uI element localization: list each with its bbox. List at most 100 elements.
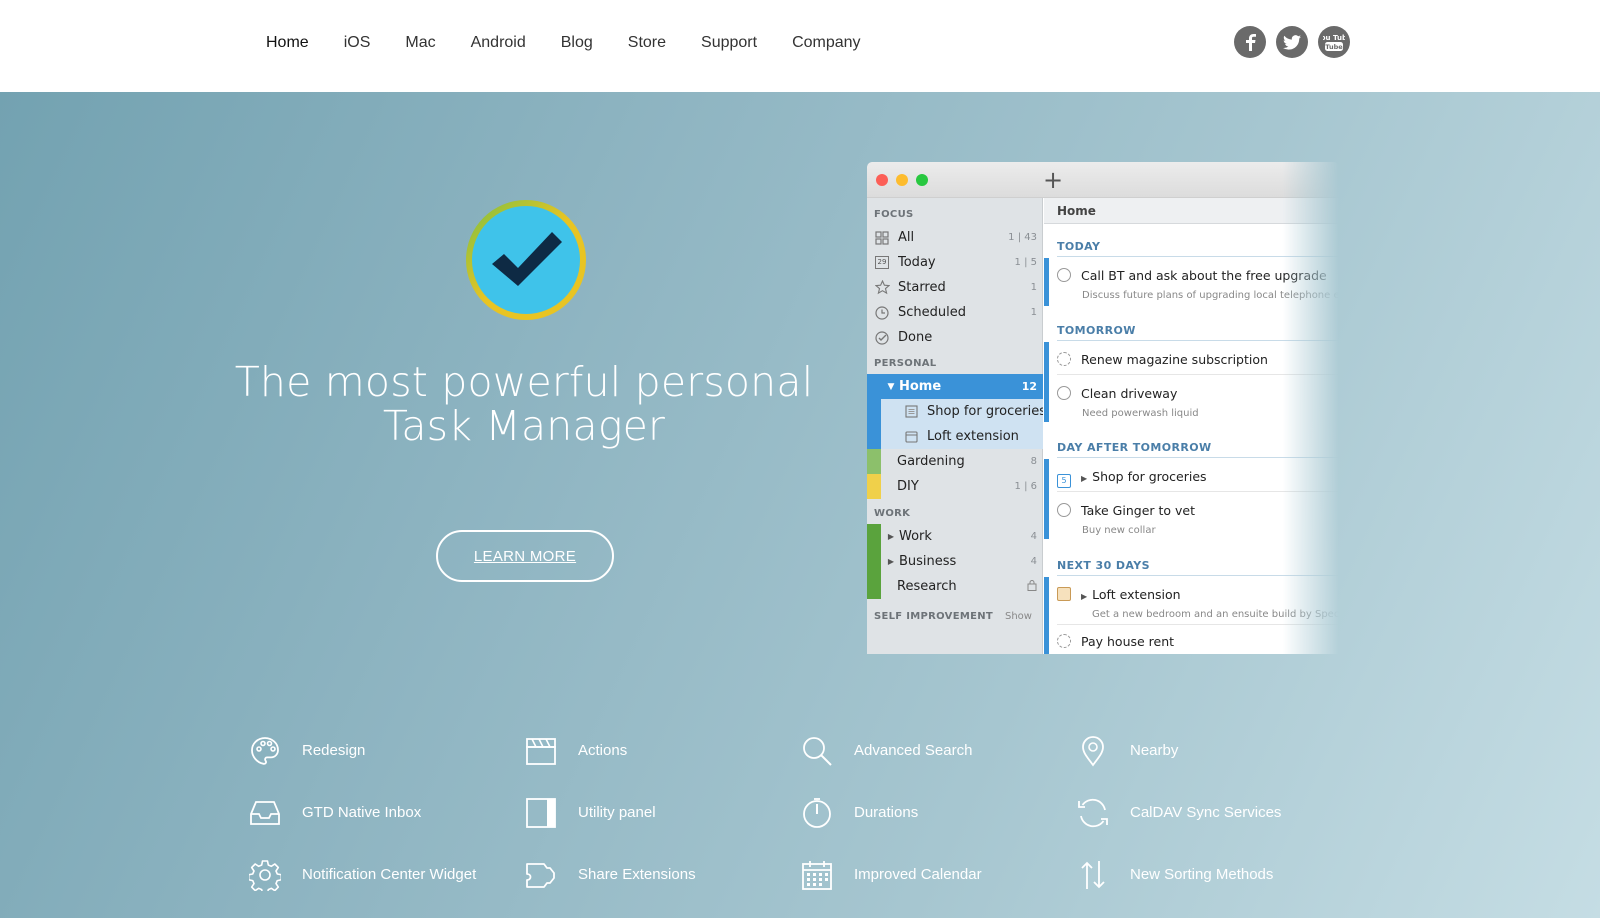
sidebar-item-home[interactable]: ▼ Home 12: [867, 374, 1043, 399]
task-row[interactable]: Clean driveway: [1057, 386, 1339, 401]
task-checkbox[interactable]: [1057, 386, 1071, 400]
nav-ios[interactable]: iOS: [344, 32, 371, 54]
sidebar-item-count: 1 | 43: [1008, 232, 1037, 243]
sidebar-item-business[interactable]: ▶ Business 4: [867, 549, 1043, 574]
hero-section: The most powerful personal Task Manager …: [0, 92, 1600, 918]
feature-improved-calendar[interactable]: Improved Calendar: [800, 858, 982, 892]
feature-new-sorting-methods[interactable]: New Sorting Methods: [1076, 858, 1273, 892]
zoom-window-button[interactable]: [916, 174, 928, 186]
sidebar-item-done[interactable]: Done: [867, 325, 1043, 350]
task-title: Pay house rent: [1081, 634, 1175, 649]
nav-support[interactable]: Support: [701, 32, 757, 54]
check-circle-icon: [874, 330, 890, 346]
sidebar-item-label: Scheduled: [898, 305, 966, 320]
feature-notification-center-widget[interactable]: Notification Center Widget: [248, 858, 476, 892]
disclosure-triangle-icon: ▶: [1081, 592, 1088, 601]
sidebar-item-shop-for-groceries[interactable]: Shop for groceries: [867, 399, 1043, 424]
sidebar-item-research[interactable]: Research: [867, 574, 1043, 599]
app-window-preview: + FOCUS All 1 | 43 29 Today 1 | 5 Starre…: [867, 162, 1339, 654]
sidebar-item-label: DIY: [897, 479, 919, 494]
minimize-window-button[interactable]: [896, 174, 908, 186]
clapperboard-icon: [524, 734, 558, 768]
feature-label: Notification Center Widget: [302, 866, 477, 883]
sidebar-item-label: Loft extension: [927, 429, 1019, 444]
grid-icon: [874, 230, 890, 246]
sidebar-item-count: 1 | 6: [1014, 481, 1037, 492]
nav-mac[interactable]: Mac: [405, 32, 435, 54]
task-title: Loft extension: [1092, 587, 1181, 602]
list-icon: [903, 404, 919, 420]
headline-line-1: The most powerful personal: [234, 358, 814, 406]
nav-home[interactable]: Home: [266, 32, 309, 54]
nav-android[interactable]: Android: [471, 32, 526, 54]
sidebar-item-scheduled[interactable]: Scheduled 1: [867, 300, 1043, 325]
group-header-today: TODAY: [1057, 240, 1101, 253]
sidebar-item-count: 8: [1030, 456, 1037, 467]
lock-icon: [1027, 579, 1037, 594]
list-calendar-icon[interactable]: 5: [1057, 474, 1071, 488]
feature-label: Durations: [854, 804, 919, 821]
repeat-task-icon[interactable]: [1057, 634, 1071, 648]
feature-redesign[interactable]: Redesign: [248, 734, 365, 768]
feature-label: Share Extensions: [578, 866, 696, 883]
task-note: Discuss future plans of upgrading local …: [1082, 290, 1339, 301]
app-logo: [464, 198, 588, 322]
feature-share-extensions[interactable]: Share Extensions: [524, 858, 696, 892]
sync-icon: [1076, 796, 1110, 830]
feature-gtd-native-inbox[interactable]: GTD Native Inbox: [248, 796, 421, 830]
box-project-icon[interactable]: [1057, 587, 1071, 601]
sidebar-item-work[interactable]: ▶ Work 4: [867, 524, 1043, 549]
task-title: Call BT and ask about the free upgrade: [1081, 268, 1327, 283]
group-header-day-after-tomorrow: DAY AFTER TOMORROW: [1057, 441, 1212, 454]
nav-blog[interactable]: Blog: [561, 32, 593, 54]
calendar-29-icon: 29: [874, 255, 890, 271]
youtube-icon[interactable]: You Tube Tube: [1318, 26, 1350, 58]
twitter-icon[interactable]: [1276, 26, 1308, 58]
repeat-task-icon[interactable]: [1057, 352, 1071, 366]
close-window-button[interactable]: [876, 174, 888, 186]
task-row[interactable]: Call BT and ask about the free upgrade: [1057, 268, 1339, 283]
today-badge: 29: [875, 256, 889, 269]
group-header-tomorrow: TOMORROW: [1057, 324, 1136, 337]
app-sidebar: FOCUS All 1 | 43 29 Today 1 | 5 Starred …: [867, 198, 1043, 654]
sidebar-item-label: Done: [898, 330, 933, 345]
feature-caldav-sync-services[interactable]: CalDAV Sync Services: [1076, 796, 1281, 830]
sidebar-item-loft-extension[interactable]: Loft extension: [867, 424, 1043, 449]
sidebar-item-today[interactable]: 29 Today 1 | 5: [867, 250, 1043, 275]
feature-durations[interactable]: Durations: [800, 796, 918, 830]
sidebar-item-all[interactable]: All 1 | 43: [867, 225, 1043, 250]
social-links: You Tube Tube: [1234, 26, 1360, 58]
sidebar-item-diy[interactable]: DIY 1 | 6: [867, 474, 1043, 499]
sidebar-item-gardening[interactable]: Gardening 8: [867, 449, 1043, 474]
task-row[interactable]: Pay house rent: [1057, 634, 1339, 649]
task-row[interactable]: Take Ginger to vet: [1057, 503, 1339, 518]
nav-store[interactable]: Store: [628, 32, 666, 54]
sidebar-item-label: Gardening: [897, 454, 965, 469]
task-checkbox[interactable]: [1057, 268, 1071, 282]
task-row[interactable]: ▶ Loft extension: [1057, 587, 1339, 602]
nav-company[interactable]: Company: [792, 32, 860, 54]
feature-utility-panel[interactable]: Utility panel: [524, 796, 656, 830]
sidebar-item-label: Starred: [898, 280, 946, 295]
disclosure-triangle-icon: ▶: [887, 532, 895, 541]
task-row[interactable]: Renew magazine subscription: [1057, 352, 1339, 367]
task-row[interactable]: 5 ▶ Shop for groceries: [1057, 469, 1339, 488]
facebook-icon[interactable]: [1234, 26, 1266, 58]
feature-nearby[interactable]: Nearby: [1076, 734, 1178, 768]
add-task-icon[interactable]: +: [1043, 166, 1063, 194]
feature-label: Actions: [578, 742, 628, 759]
task-note: Get a new bedroom and an ensuite build b…: [1092, 609, 1339, 620]
sidebar-section-self-improvement: SELF IMPROVEMENT: [874, 611, 993, 622]
sidebar-show-toggle[interactable]: Show: [1005, 611, 1032, 622]
task-checkbox[interactable]: [1057, 503, 1071, 517]
location-pin-icon: [1076, 734, 1110, 768]
feature-actions[interactable]: Actions: [524, 734, 627, 768]
sort-icon: [1076, 858, 1110, 892]
task-title: Renew magazine subscription: [1081, 352, 1268, 367]
hero-headline: The most powerful personal Task Manager: [224, 360, 824, 448]
sidebar-item-count: 1 | 5: [1014, 257, 1037, 268]
learn-more-button[interactable]: LEARN MORE: [436, 530, 614, 582]
feature-advanced-search[interactable]: Advanced Search: [800, 734, 972, 768]
sidebar-item-starred[interactable]: Starred 1: [867, 275, 1043, 300]
youtube-word-you: You Tube: [1323, 34, 1345, 42]
